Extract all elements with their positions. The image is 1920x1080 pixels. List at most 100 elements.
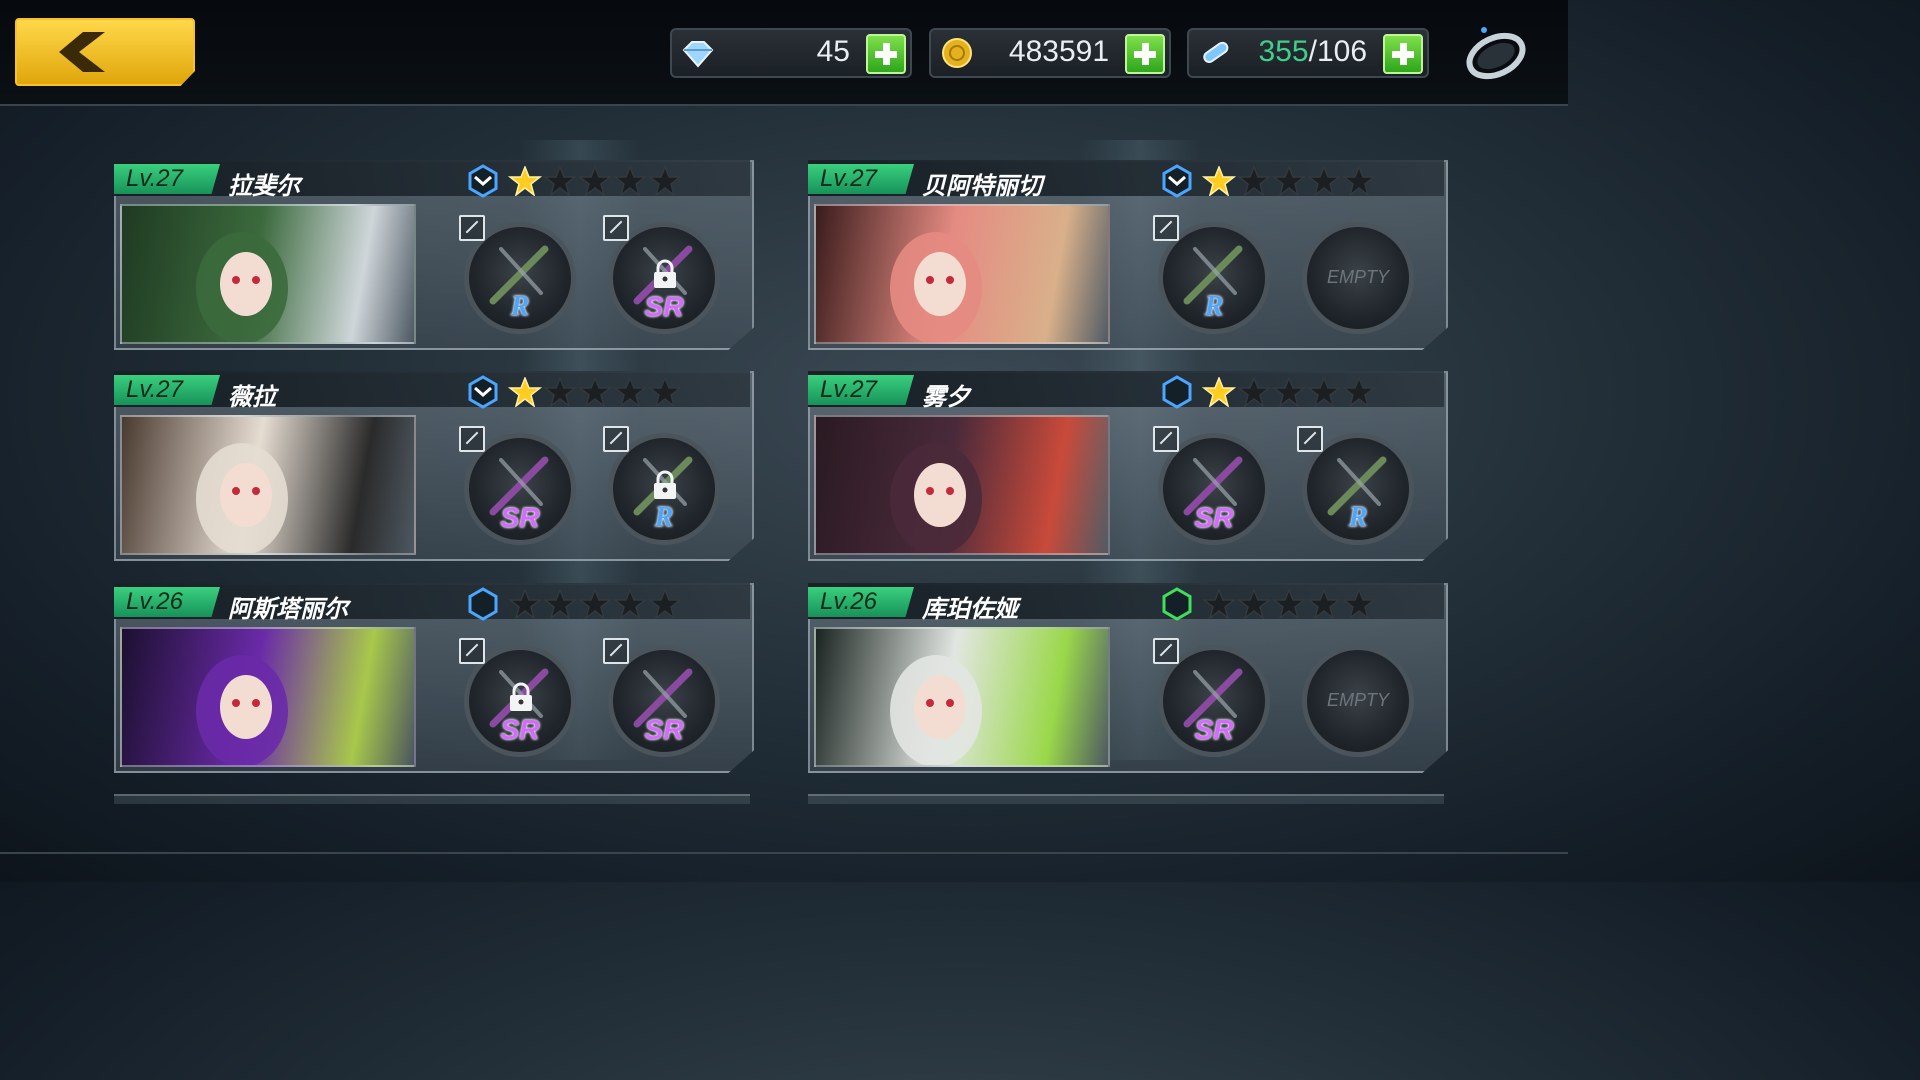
stamina-max: /106 <box>1308 35 1367 68</box>
star-rating <box>508 589 683 619</box>
character-card[interactable]: Lv.27 贝阿特丽切 R EMPTY <box>808 160 1448 350</box>
star-empty-icon <box>648 589 682 619</box>
edit-icon[interactable] <box>459 426 485 452</box>
lock-icon <box>654 259 676 288</box>
character-portrait <box>120 627 416 767</box>
level-badge: Lv.26 <box>808 587 914 617</box>
star-empty-icon <box>1342 166 1376 196</box>
stamina-current: 355 <box>1258 35 1309 68</box>
equipment-slot[interactable]: R <box>1297 426 1414 545</box>
gold-counter: 483591 <box>929 28 1171 78</box>
equipment-slot[interactable]: R <box>459 215 576 334</box>
star-empty-icon <box>543 377 577 407</box>
star-filled-icon <box>508 166 542 196</box>
equipment-slot[interactable]: SR <box>603 215 720 334</box>
star-empty-icon <box>543 589 577 619</box>
rank-chevron-blue-icon <box>468 375 498 409</box>
star-empty-icon <box>1272 166 1306 196</box>
empty-equipment-slot[interactable]: EMPTY <box>1302 645 1414 757</box>
star-empty-icon <box>648 166 682 196</box>
character-name: 贝阿特丽切 <box>922 173 1042 200</box>
character-artwork <box>890 443 982 553</box>
star-rating <box>508 166 683 196</box>
edit-icon[interactable] <box>1153 215 1179 241</box>
crystal-icon <box>682 41 714 68</box>
level-badge: Lv.26 <box>114 587 220 617</box>
empty-label: EMPTY <box>1326 267 1389 287</box>
star-empty-icon <box>1307 166 1341 196</box>
ring-menu-icon[interactable] <box>1462 22 1528 84</box>
top-bar: 45 483591 355/106 <box>0 0 1568 106</box>
star-empty-icon <box>1342 589 1376 619</box>
edit-icon[interactable] <box>603 426 629 452</box>
rank-hexagon-green-icon <box>1162 587 1192 621</box>
edit-icon[interactable] <box>459 638 485 664</box>
edit-icon[interactable] <box>1153 426 1179 452</box>
star-empty-icon <box>1272 589 1306 619</box>
stamina-counter: 355/106 <box>1187 28 1429 78</box>
equipment-slot[interactable]: R <box>603 426 720 545</box>
edit-icon[interactable] <box>1297 426 1323 452</box>
rarity-label: SR <box>1194 502 1234 533</box>
character-name: 阿斯塔丽尔 <box>228 596 348 623</box>
equipment-slot[interactable]: SR <box>1153 426 1270 545</box>
star-rating <box>508 377 683 407</box>
character-card[interactable]: Lv.27 雾夕 SR R <box>808 371 1448 561</box>
star-filled-icon <box>508 377 542 407</box>
empty-label: EMPTY <box>1326 690 1389 710</box>
character-portrait <box>814 415 1110 555</box>
character-name: 雾夕 <box>922 384 970 411</box>
star-empty-icon <box>578 377 612 407</box>
character-card[interactable]: Lv.27 薇拉 SR R <box>114 371 754 561</box>
edit-icon[interactable] <box>1153 638 1179 664</box>
star-empty-icon <box>613 589 647 619</box>
character-artwork <box>890 655 982 765</box>
star-rating <box>1202 166 1377 196</box>
rarity-label: SR <box>644 714 684 745</box>
stamina-vial-icon <box>1203 41 1229 64</box>
star-empty-icon <box>543 166 577 196</box>
add-crystal-button[interactable] <box>866 34 906 74</box>
lock-icon <box>654 470 676 499</box>
star-empty-icon <box>648 377 682 407</box>
edit-icon[interactable] <box>459 215 485 241</box>
back-button[interactable] <box>15 18 195 86</box>
star-empty-icon <box>1307 377 1341 407</box>
level-badge: Lv.27 <box>114 164 220 194</box>
star-empty-icon <box>578 589 612 619</box>
character-card[interactable]: Lv.26 库珀佐娅 SR EMPTY <box>808 583 1448 773</box>
edit-icon[interactable] <box>603 215 629 241</box>
rank-hexagon-blue-icon <box>468 587 498 621</box>
level-badge: Lv.27 <box>114 375 220 405</box>
add-gold-button[interactable] <box>1125 34 1165 74</box>
rarity-label: R <box>1348 502 1368 533</box>
star-empty-icon <box>1272 377 1306 407</box>
character-card[interactable]: Lv.27 拉斐尔 R SR <box>114 160 754 350</box>
add-stamina-button[interactable] <box>1383 34 1423 74</box>
equipment-slot[interactable]: SR <box>603 638 720 757</box>
rarity-label: SR <box>500 714 540 745</box>
star-empty-icon <box>508 589 542 619</box>
rarity-label: SR <box>500 502 540 533</box>
character-artwork <box>196 232 288 342</box>
star-empty-icon <box>1237 589 1271 619</box>
rank-chevron-blue-icon <box>468 164 498 198</box>
rarity-label: R <box>1204 291 1224 322</box>
equipment-slot[interactable]: R <box>1153 215 1270 334</box>
star-empty-icon <box>578 166 612 196</box>
rank-chevron-blue-icon <box>1162 164 1192 198</box>
crystal-counter: 45 <box>670 28 912 78</box>
rank-hexagon-blue-icon <box>1162 375 1192 409</box>
crystal-amount: 45 <box>816 35 850 68</box>
equipment-slot[interactable]: SR <box>459 426 576 545</box>
equipment-slot[interactable]: SR <box>459 638 576 757</box>
empty-equipment-slot[interactable]: EMPTY <box>1302 222 1414 334</box>
character-card-partial <box>114 794 750 804</box>
rarity-label: SR <box>1194 714 1234 745</box>
character-card[interactable]: Lv.26 阿斯塔丽尔 SR SR <box>114 583 754 773</box>
star-empty-icon <box>1342 377 1376 407</box>
stamina-amount: 355/106 <box>1259 35 1367 69</box>
equipment-slot[interactable]: SR <box>1153 638 1270 757</box>
edit-icon[interactable] <box>603 638 629 664</box>
character-name: 拉斐尔 <box>228 173 300 200</box>
